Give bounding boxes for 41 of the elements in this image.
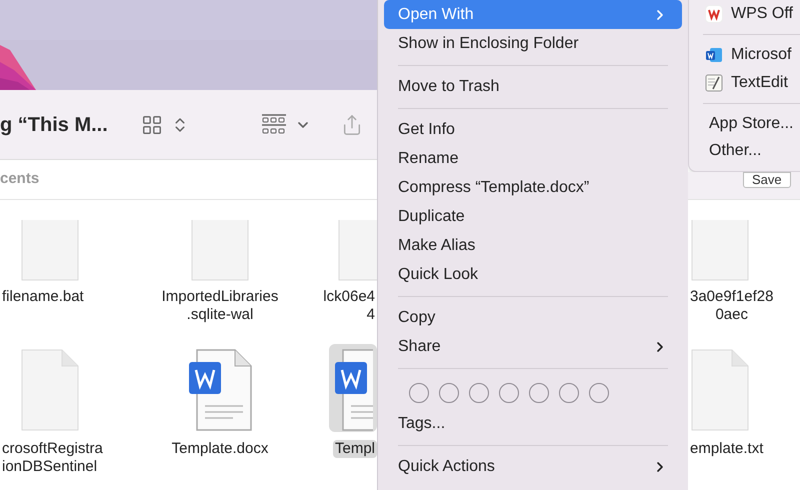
word-document-icon (187, 348, 253, 432)
menu-item[interactable]: Share (384, 332, 682, 361)
menu-item[interactable]: Compress “Template.docx” (384, 173, 682, 202)
file-name: crosoftRegistra ionDBSentinel (1, 440, 104, 476)
file-name: emplate.txt (689, 440, 764, 458)
file-name: filename.bat (1, 288, 85, 306)
group-icon (260, 112, 287, 136)
grid-icon (140, 114, 163, 136)
app-icon (705, 4, 723, 23)
menu-item[interactable]: TextEdit (695, 68, 800, 96)
file-name: Template.docx (170, 440, 270, 458)
notepad-icon (705, 74, 723, 92)
menu-item[interactable]: Move to Trash (384, 72, 682, 101)
menu-item[interactable]: App Store... (695, 110, 800, 138)
menu-item[interactable]: Show in Enclosing Folder (384, 29, 682, 58)
group-button[interactable] (260, 112, 311, 136)
menu-item[interactable]: Copy (384, 303, 682, 332)
section-header: cents (0, 169, 40, 190)
save-button[interactable]: Save (743, 172, 791, 188)
menu-item[interactable]: Get Info (384, 115, 682, 144)
window-title: g “This M... (0, 112, 108, 138)
file-name: lck06e4 4 (322, 288, 376, 324)
document-icon (20, 348, 80, 432)
menu-item[interactable]: Quick Look (384, 260, 682, 289)
document-icon (690, 220, 750, 282)
file-name: 3a0e9f1ef28 0aec (689, 288, 774, 324)
document-icon (20, 220, 80, 282)
menu-item[interactable]: WPS Off (695, 0, 800, 28)
app-icon (705, 46, 723, 64)
menu-item[interactable]: Microsof (695, 41, 800, 69)
file-name: Templ (332, 440, 377, 458)
file-name: ImportedLibraries .sqlite-wal (160, 288, 280, 324)
document-icon (190, 220, 250, 282)
menu-item[interactable]: Make Alias (384, 231, 682, 260)
menu-item[interactable]: Other... (695, 137, 800, 165)
menu-item[interactable]: Quick Actions (384, 452, 682, 481)
document-icon (690, 348, 750, 432)
menu-item[interactable]: Rename (384, 144, 682, 173)
menu-item[interactable]: Duplicate (384, 202, 682, 231)
menu-item[interactable]: Tags... (384, 409, 682, 438)
menu-item[interactable]: Open With (384, 0, 682, 29)
